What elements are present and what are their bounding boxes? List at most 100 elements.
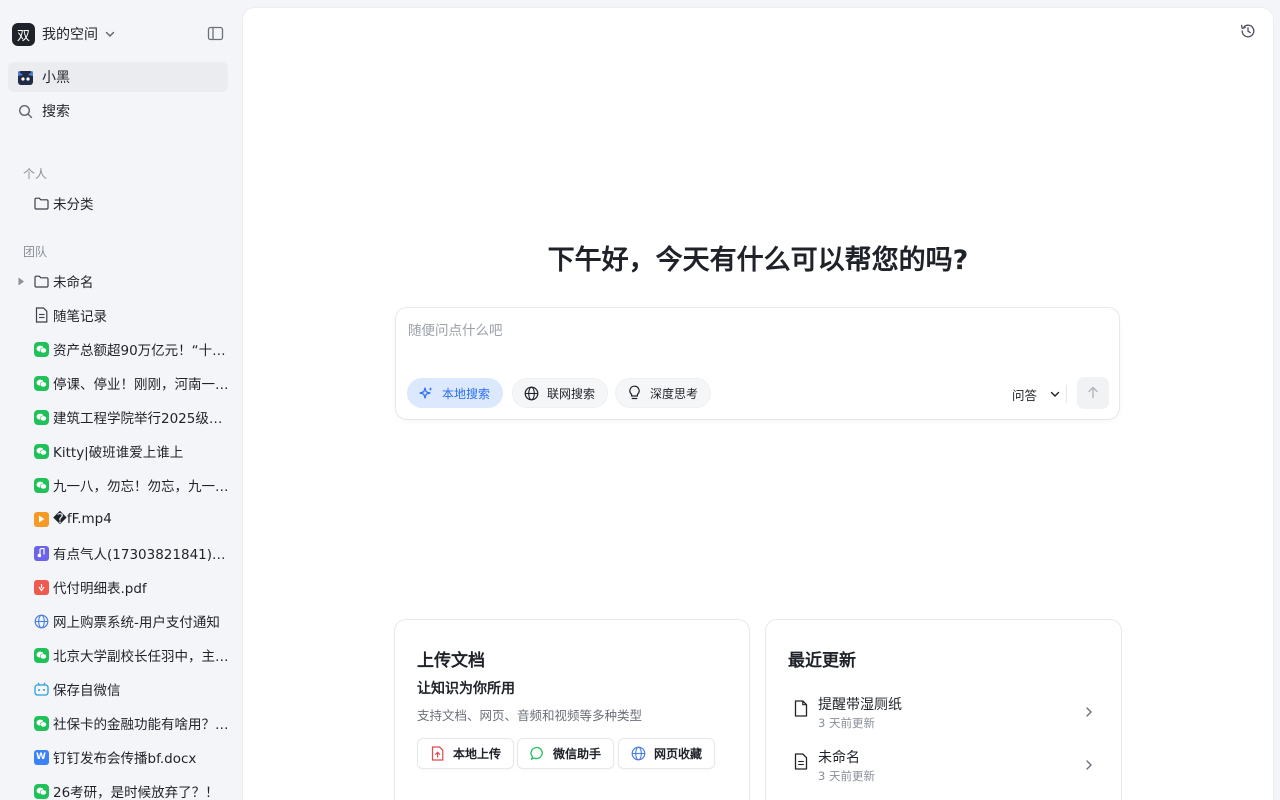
- card-description: 支持文档、网页、音频和视频等多种类型: [417, 708, 643, 723]
- wechat-assistant-button[interactable]: 微信助手: [517, 738, 615, 769]
- caret-right-icon[interactable]: [14, 274, 28, 288]
- sidebar-item-label: 搜索: [42, 104, 70, 120]
- cat-avatar-icon: [16, 68, 34, 86]
- recent-item-title: 提醒带湿厕纸: [818, 697, 902, 713]
- pdf-icon: [33, 579, 49, 595]
- globe-icon: [631, 746, 646, 761]
- tree-item[interactable]: 建筑工程学院举行2025级新…: [14, 402, 236, 432]
- tree-item[interactable]: �fF.mp4: [14, 504, 236, 534]
- tree-item[interactable]: 九一八，勿忘！勿忘，九一…: [14, 470, 236, 500]
- button-label: 网页收藏: [654, 747, 703, 761]
- button-label: 本地上传: [453, 747, 502, 761]
- sidebar-toggle-icon[interactable]: [207, 25, 224, 46]
- tree-item[interactable]: 代付明细表.pdf: [14, 572, 236, 602]
- tree-item[interactable]: 停课、停业！刚刚，河南一…: [14, 368, 236, 398]
- wechat-icon: [33, 341, 49, 357]
- folder-icon: [33, 195, 49, 211]
- tree-item[interactable]: 北京大学副校长任羽中，主…: [14, 640, 236, 670]
- tree-item[interactable]: 社保卡的金融功能有啥用？…: [14, 708, 236, 738]
- tree-item-label: 未命名: [53, 275, 94, 291]
- wechat-icon: [33, 443, 49, 459]
- tree-item-label: 26考研，是时候放弃了？！: [53, 785, 219, 800]
- arrow-up-icon: [1087, 384, 1099, 403]
- chip-label: 深度思考: [650, 386, 699, 401]
- recent-item-time: 3 天前更新: [818, 716, 875, 730]
- workspace-switcher[interactable]: 双 我的空间: [12, 22, 230, 46]
- divider: [1066, 385, 1067, 403]
- chat-input[interactable]: [408, 320, 1098, 342]
- workspace-name: 我的空间: [42, 27, 98, 43]
- tree-item[interactable]: 保存自微信: [14, 674, 236, 704]
- history-icon[interactable]: [1239, 22, 1257, 40]
- wechat-icon: [33, 477, 49, 493]
- sidebar-item-assistant[interactable]: 小黑: [8, 62, 228, 92]
- chat-box: 本地搜索 联网搜索 深度思考 问答: [395, 307, 1120, 420]
- web-bookmark-button[interactable]: 网页收藏: [618, 738, 716, 769]
- chip-web-search[interactable]: 联网搜索: [512, 378, 609, 408]
- sidebar-item-search[interactable]: 搜索: [8, 96, 228, 126]
- tree-item[interactable]: 网上购票系统-用户支付通知: [14, 606, 236, 636]
- tree-item-label: 社保卡的金融功能有啥用？…: [53, 717, 229, 733]
- tree-item[interactable]: 未分类: [14, 188, 236, 218]
- chip-deep-think[interactable]: 深度思考: [615, 378, 712, 408]
- tree-item[interactable]: W 钉钉发布会传播bf.docx: [14, 742, 236, 772]
- card-title: 上传文档: [417, 651, 485, 671]
- mode-select-value: 问答: [1012, 387, 1038, 403]
- recent-item-time: 3 天前更新: [818, 769, 875, 783]
- page-title: 下午好，今天有什么可以帮您的吗?: [547, 245, 969, 276]
- tree-item-label: 钉钉发布会传播bf.docx: [53, 751, 197, 767]
- wechat-icon: [33, 715, 49, 731]
- tree-item[interactable]: 有点气人(17303821841)_2…: [14, 538, 236, 568]
- document-icon: [794, 753, 810, 771]
- wechat-icon: [33, 375, 49, 391]
- document-icon: [33, 307, 49, 323]
- send-button[interactable]: [1077, 377, 1109, 409]
- sidebar-item-label: 小黑: [42, 70, 70, 86]
- button-label: 微信助手: [553, 747, 602, 761]
- chat-bubble-icon: [530, 746, 545, 761]
- globe-icon: [33, 613, 49, 629]
- word-icon: W: [33, 749, 49, 765]
- tree-item[interactable]: 26考研，是时候放弃了？！: [14, 776, 236, 800]
- local-upload-button[interactable]: 本地上传: [417, 738, 515, 769]
- tree-item-label: 有点气人(17303821841)_2…: [53, 547, 231, 563]
- chip-local-search[interactable]: 本地搜索: [407, 378, 504, 408]
- file-upload-icon: [430, 746, 445, 761]
- tree-item-label: �fF.mp4: [53, 511, 112, 527]
- tree-item-label: 停课、停业！刚刚，河南一…: [53, 377, 229, 393]
- wechat-icon: [33, 783, 49, 799]
- tree-item-label: 未分类: [53, 197, 94, 213]
- recent-item[interactable]: 提醒带湿厕纸 3 天前更新: [794, 694, 1094, 734]
- search-icon: [16, 102, 34, 120]
- chip-label: 联网搜索: [547, 386, 596, 401]
- audio-icon: [33, 545, 49, 561]
- video-icon: [33, 511, 49, 527]
- card-title: 最近更新: [788, 651, 856, 671]
- wechat-icon: [33, 647, 49, 663]
- chevron-down-icon: [104, 28, 116, 40]
- tree-item-label: 网上购票系统-用户支付通知: [53, 615, 220, 631]
- recent-item[interactable]: 未命名 3 天前更新: [794, 747, 1094, 787]
- upload-card: 上传文档 让知识为你所用 支持文档、网页、音频和视频等多种类型 本地上传 微信助…: [394, 619, 750, 800]
- tree-item[interactable]: 未命名: [14, 266, 236, 296]
- lightbulb-icon: [626, 385, 642, 401]
- tree-item[interactable]: Kitty|破班谁爱上谁上: [14, 436, 236, 466]
- sparkle-icon: [418, 385, 434, 401]
- wechat-icon: [33, 409, 49, 425]
- tree-item-label: 建筑工程学院举行2025级新…: [53, 411, 231, 427]
- bot-icon: [33, 681, 49, 697]
- tree-item[interactable]: 资产总额超90万亿元！“十…: [14, 334, 236, 364]
- tree-item-label: 北京大学副校长任羽中，主…: [53, 649, 229, 665]
- mode-select[interactable]: 问答: [1012, 384, 1061, 404]
- tree-item-label: 九一八，勿忘！勿忘，九一…: [53, 479, 229, 495]
- chevron-down-icon: [1049, 388, 1061, 400]
- tree-item-label: 保存自微信: [53, 683, 121, 699]
- tree-item-label: 资产总额超90万亿元！“十…: [53, 343, 226, 359]
- folder-icon: [33, 273, 49, 289]
- section-label-team: 团队: [23, 245, 48, 259]
- globe-icon: [523, 385, 539, 401]
- tree-item-label: Kitty|破班谁爱上谁上: [53, 445, 184, 461]
- recent-item-title: 未命名: [818, 750, 860, 766]
- chevron-right-icon: [1084, 703, 1094, 722]
- tree-item[interactable]: 随笔记录: [14, 300, 236, 330]
